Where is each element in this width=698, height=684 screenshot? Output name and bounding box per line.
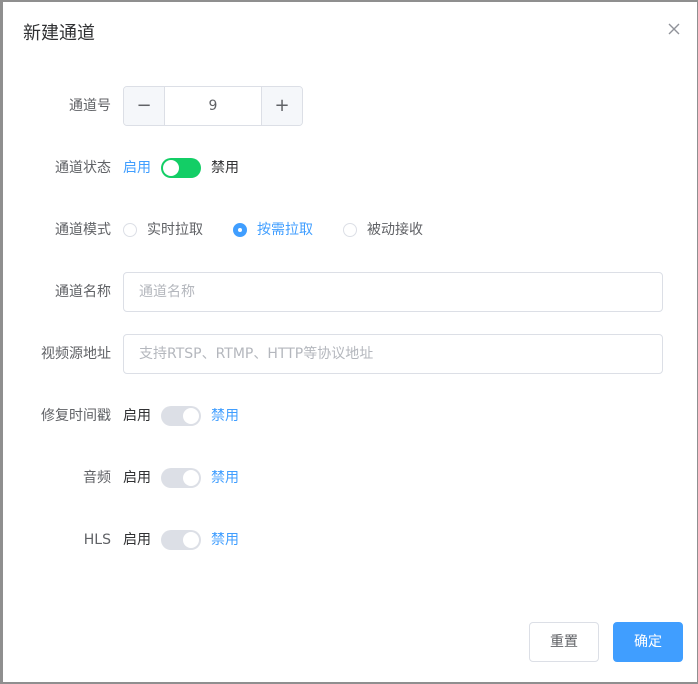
hls-row: HLS 启用 禁用 <box>3 520 697 560</box>
fix-timestamp-off-text[interactable]: 禁用 <box>211 396 239 436</box>
radio-circle <box>123 223 137 237</box>
video-source-row: 视频源地址 <box>3 334 697 374</box>
close-icon[interactable] <box>667 22 683 38</box>
channel-status-on-text[interactable]: 启用 <box>123 148 151 188</box>
audio-off-text[interactable]: 禁用 <box>211 458 239 498</box>
hls-off-text[interactable]: 禁用 <box>211 520 239 560</box>
fix-timestamp-switch[interactable] <box>161 406 201 426</box>
hls-on-text[interactable]: 启用 <box>123 520 151 560</box>
new-channel-dialog: 新建通道 通道号 − 9 + 通道状态 启用 禁用 通道模式 实时拉取 按需拉取… <box>3 2 697 682</box>
channel-name-input[interactable] <box>123 272 663 312</box>
channel-status-off-text[interactable]: 禁用 <box>211 148 239 188</box>
switch-knob <box>183 408 199 424</box>
channel-status-row: 通道状态 启用 禁用 <box>3 148 697 188</box>
channel-status-switch[interactable] <box>161 158 201 178</box>
channel-number-stepper: − 9 + <box>123 86 303 126</box>
mode-radio-label: 按需拉取 <box>257 222 313 238</box>
hls-switch[interactable] <box>161 530 201 550</box>
fix-timestamp-label: 修复时间戳 <box>41 408 111 424</box>
increment-button[interactable]: + <box>261 87 302 125</box>
fix-timestamp-row: 修复时间戳 启用 禁用 <box>3 396 697 436</box>
dialog-title: 新建通道 <box>23 23 95 44</box>
confirm-button[interactable]: 确定 <box>613 622 683 662</box>
audio-switch[interactable] <box>161 468 201 488</box>
mode-radio-label: 被动接收 <box>367 222 423 238</box>
audio-row: 音频 启用 禁用 <box>3 458 697 498</box>
hls-label: HLS <box>83 532 111 548</box>
channel-number-value[interactable]: 9 <box>165 87 261 125</box>
switch-knob <box>163 160 179 176</box>
radio-circle <box>343 223 357 237</box>
channel-status-label: 通道状态 <box>55 160 111 176</box>
channel-mode-label: 通道模式 <box>55 222 111 238</box>
switch-knob <box>183 532 199 548</box>
fix-timestamp-on-text[interactable]: 启用 <box>123 396 151 436</box>
video-source-input[interactable] <box>123 334 663 374</box>
channel-number-row: 通道号 − 9 + <box>3 86 697 126</box>
decrement-button[interactable]: − <box>124 87 165 125</box>
audio-on-text[interactable]: 启用 <box>123 458 151 498</box>
audio-label: 音频 <box>83 470 111 486</box>
radio-circle <box>233 223 247 237</box>
channel-mode-row: 通道模式 实时拉取 按需拉取 被动接收 <box>3 210 697 250</box>
channel-name-row: 通道名称 <box>3 272 697 312</box>
mode-radio-label: 实时拉取 <box>147 222 203 238</box>
reset-button[interactable]: 重置 <box>529 622 599 662</box>
channel-number-label: 通道号 <box>69 98 111 114</box>
video-source-label: 视频源地址 <box>41 346 111 362</box>
switch-knob <box>183 470 199 486</box>
channel-name-label: 通道名称 <box>55 284 111 300</box>
